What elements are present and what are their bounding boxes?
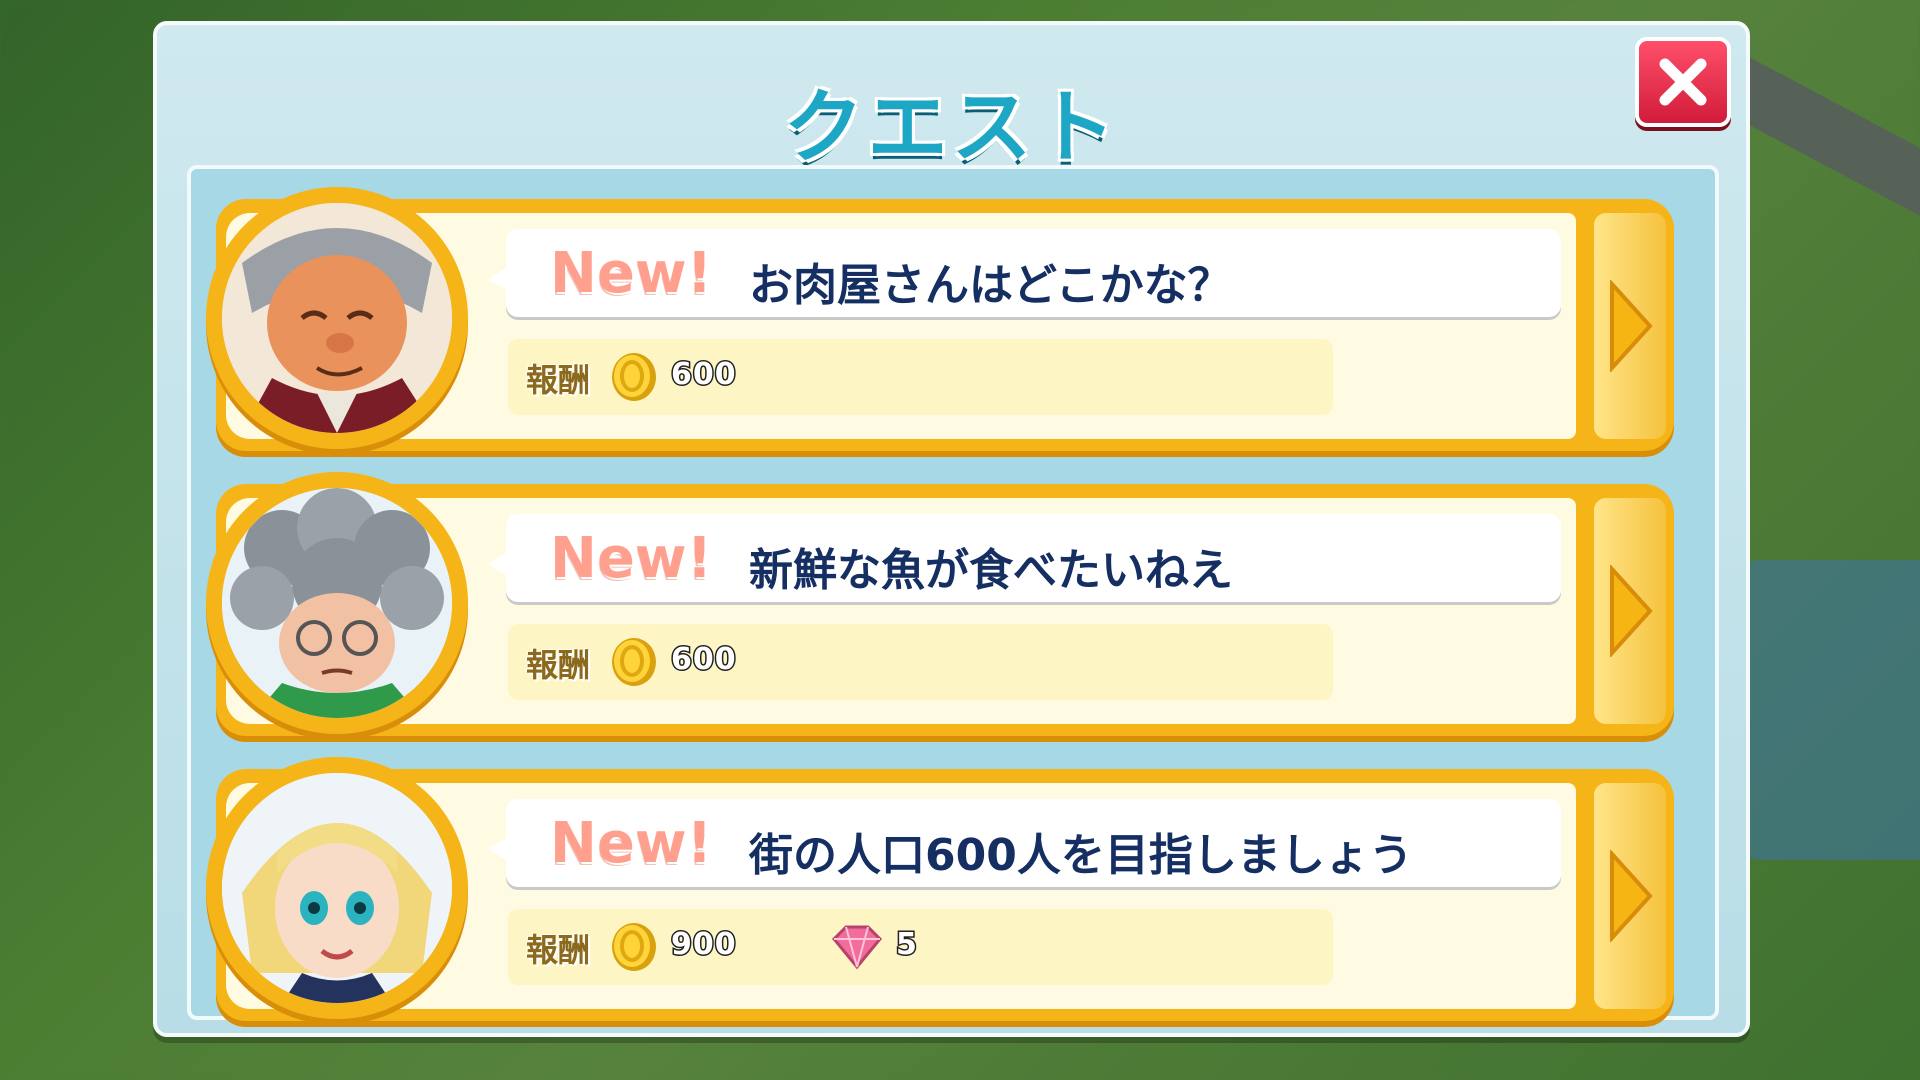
coin-amount: 600 [670,356,738,394]
new-badge: New! [550,241,713,306]
quest-card[interactable]: New! お肉屋さんはどこかな？ 報酬 600 [206,187,1674,451]
quest-card[interactable]: New! 街の人口600人を目指しましょう 報酬 900 5 [206,757,1674,1021]
reward-box: 報酬 600 [508,624,1333,700]
quest-bubble: New! お肉屋さんはどこかな？ [488,229,1561,317]
quest-card[interactable]: New! 新鮮な魚が食べたいねえ 報酬 600 [206,472,1674,736]
coin-amount: 600 [670,641,738,679]
quest-open-button[interactable] [1594,783,1666,1009]
gem-amount: 5 [895,926,919,964]
close-icon [1659,58,1707,106]
play-arrow-icon [1610,280,1653,372]
coin-icon [612,638,656,686]
quest-open-button[interactable] [1594,498,1666,724]
quest-title: 街の人口600人を目指しましょう [749,830,1413,881]
reward-label: 報酬 [526,646,591,684]
gem-icon [831,925,883,970]
play-arrow-icon [1610,850,1653,942]
quest-dialog: クエスト New! お肉屋さんはどこかな？ 報酬 600 New! 新鮮な魚が食… [153,21,1750,1037]
coin-amount: 900 [670,926,738,964]
reward-box: 報酬 900 5 [508,909,1333,985]
coin-icon [612,353,656,401]
quest-open-button[interactable] [1594,213,1666,439]
coin-icon [612,923,656,971]
new-badge: New! [550,526,713,591]
close-button[interactable] [1635,37,1731,127]
old-woman-avatar [206,472,468,734]
reward-label: 報酬 [526,361,591,399]
dialog-title: クエスト [783,81,1120,174]
quest-bubble: New! 新鮮な魚が食べたいねえ [488,514,1561,602]
reward-label: 報酬 [526,931,591,969]
quest-title: お肉屋さんはどこかな？ [749,260,1232,311]
reward-box: 報酬 600 [508,339,1333,415]
quest-list: New! お肉屋さんはどこかな？ 報酬 600 New! 新鮮な魚が食べたいねえ… [187,165,1719,1021]
play-arrow-icon [1610,565,1653,657]
old-man-avatar [206,187,468,449]
quest-title: 新鮮な魚が食べたいねえ [749,545,1233,596]
police-girl-avatar [206,757,468,1019]
new-badge: New! [550,811,713,876]
quest-bubble: New! 街の人口600人を目指しましょう [488,799,1561,887]
